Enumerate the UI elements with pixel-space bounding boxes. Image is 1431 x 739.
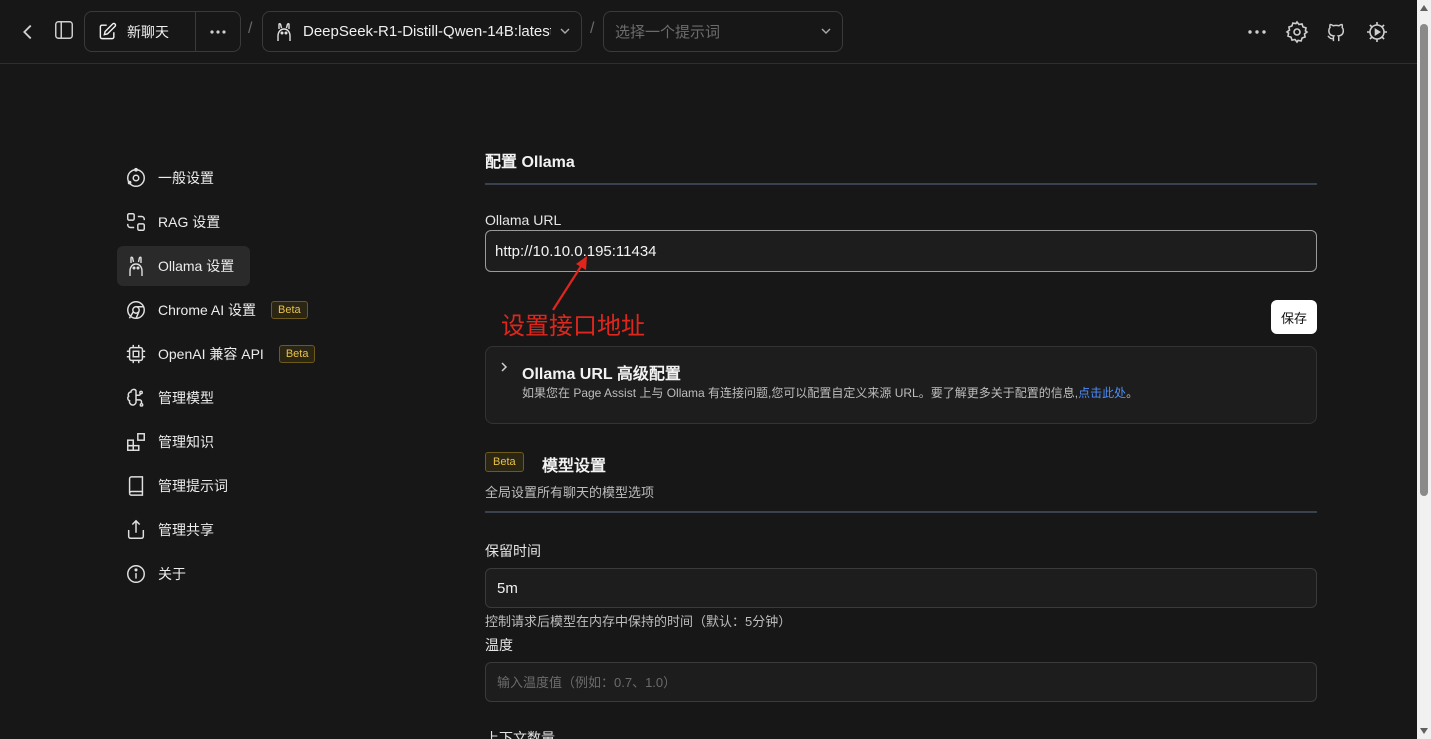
cpu-chip-icon (125, 343, 147, 365)
keep-alive-label: 保留时间 (485, 543, 541, 559)
sidebar-toggle-button[interactable] (50, 16, 78, 44)
temperature-label: 温度 (485, 637, 513, 653)
gear-icon (1285, 20, 1309, 44)
beta-badge: Beta (271, 301, 308, 319)
context-count-label: 上下文数量 (485, 730, 555, 739)
nav-item-general[interactable]: 一般设置 (117, 158, 214, 198)
nav-item-label: 管理共享 (158, 522, 214, 538)
chevron-left-icon (23, 24, 32, 40)
rag-icon (125, 211, 147, 233)
nav-item-rag[interactable]: RAG 设置 (117, 202, 220, 242)
brain-icon (125, 387, 147, 409)
ollama-llama-icon (277, 22, 291, 41)
nav-item-label: 一般设置 (158, 170, 214, 186)
temperature-input[interactable] (485, 662, 1317, 702)
top-bar: 新聊天 / DeepSeek-R1-Distill-Qwen-14B:lates… (0, 0, 1417, 64)
save-button[interactable]: 保存 (1271, 300, 1317, 334)
cog-play-icon (1367, 22, 1387, 42)
beta-badge: Beta (485, 452, 524, 472)
github-button[interactable] (1322, 18, 1350, 46)
back-button[interactable] (14, 18, 42, 46)
model-name: DeepSeek-R1-Distill-Qwen-14B:latest (303, 23, 551, 40)
keep-alive-input[interactable] (485, 568, 1317, 608)
divider (485, 183, 1317, 185)
advanced-config-description: 如果您在 Page Assist 上与 Ollama 有连接问题,您可以配置自定… (522, 384, 1138, 401)
info-icon (125, 563, 147, 585)
page-scrollbar[interactable] (1417, 0, 1431, 739)
settings-button[interactable] (1283, 18, 1311, 46)
nav-item-manage-sharing[interactable]: 管理共享 (117, 510, 214, 550)
scroll-up-arrow-icon[interactable] (1420, 5, 1428, 11)
new-chat-more-button[interactable] (196, 12, 240, 51)
nav-item-label: RAG 设置 (158, 214, 221, 230)
nav-item-manage-models[interactable]: 管理模型 (117, 378, 214, 418)
ollama-url-input[interactable] (485, 230, 1317, 272)
model-select[interactable]: DeepSeek-R1-Distill-Qwen-14B:latest (262, 11, 582, 52)
click-here-link[interactable]: 点击此处 (1078, 386, 1126, 400)
nav-item-label: OpenAI 兼容 API (158, 346, 264, 362)
share-icon (125, 519, 147, 541)
github-icon (1327, 23, 1345, 42)
nav-item-manage-prompts[interactable]: 管理提示词 (117, 466, 228, 506)
chrome-icon (125, 299, 147, 321)
new-chat-group: 新聊天 (84, 11, 241, 52)
breadcrumb-separator: / (248, 20, 253, 37)
breadcrumb-separator: / (590, 20, 595, 37)
sidebar-icon (55, 21, 73, 39)
ollama-url-label: Ollama URL (485, 212, 562, 228)
beta-badge: Beta (278, 345, 316, 363)
more-horizontal-icon (210, 29, 226, 34)
annotation-arrow (552, 256, 587, 311)
model-settings-beta: Beta (485, 452, 524, 472)
section-title: 配置 Ollama (485, 154, 575, 171)
new-chat-label: 新聊天 (127, 23, 169, 40)
nav-item-label: Chrome AI 设置 (158, 302, 257, 318)
general-settings-icon (125, 167, 147, 189)
edit-icon (99, 22, 117, 40)
divider (485, 511, 1317, 513)
more-horizontal-icon (1248, 30, 1266, 34)
nav-item-about[interactable]: 关于 (117, 554, 186, 594)
scroll-down-arrow-icon[interactable] (1420, 728, 1428, 734)
advanced-config-description-text: 如果您在 Page Assist 上与 Ollama 有连接问题,您可以配置自定… (522, 386, 1079, 400)
nav-item-label: 管理模型 (158, 390, 214, 406)
chevron-down-icon (821, 28, 831, 34)
nav-item-ollama[interactable]: Ollama 设置 (117, 246, 250, 286)
nav-item-chrome-ai[interactable]: Chrome AI 设置 Beta (117, 290, 308, 330)
prompt-select[interactable]: 选择一个提示词 (603, 11, 843, 52)
annotation-text: 设置接口地址 (501, 313, 645, 340)
blocks-icon (125, 431, 147, 453)
keep-alive-help: 控制请求后模型在内存中保持的时间（默认：5分钟） (485, 614, 792, 629)
more-options-button[interactable] (1243, 18, 1271, 46)
chevron-down-icon (560, 28, 570, 34)
book-icon (125, 475, 147, 497)
prompt-placeholder: 选择一个提示词 (615, 24, 721, 41)
new-chat-button[interactable]: 新聊天 (85, 12, 196, 51)
model-settings-description: 全局设置所有聊天的模型选项 (485, 485, 655, 500)
nav-item-label: 管理知识 (158, 434, 214, 450)
ollama-llama-icon (125, 255, 147, 277)
nav-item-openai-api[interactable]: OpenAI 兼容 API Beta (117, 334, 316, 374)
advanced-config-title: Ollama URL 高级配置 (522, 366, 681, 383)
chevron-right-icon (501, 362, 508, 372)
nav-item-label: Ollama 设置 (158, 258, 235, 274)
advanced-config-description-suffix: 。 (1126, 386, 1139, 400)
app-settings-button[interactable] (1363, 18, 1391, 46)
nav-item-label: 关于 (158, 566, 186, 582)
nav-item-label: 管理提示词 (158, 478, 228, 494)
nav-item-manage-knowledge[interactable]: 管理知识 (117, 422, 214, 462)
model-settings-title: 模型设置 (542, 458, 607, 475)
advanced-config-panel[interactable]: Ollama URL 高级配置 如果您在 Page Assist 上与 Olla… (485, 346, 1317, 424)
scrollbar-thumb[interactable] (1420, 24, 1428, 496)
